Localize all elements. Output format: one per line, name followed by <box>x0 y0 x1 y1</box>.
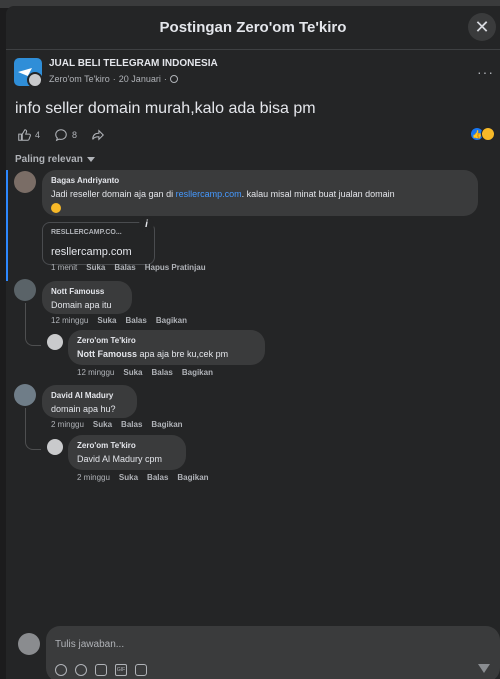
info-icon[interactable]: i <box>139 217 154 232</box>
reaction-summary[interactable]: 👍 <box>470 127 495 141</box>
haha-reaction-icon <box>481 127 495 141</box>
comment-author[interactable]: Bagas Andriyanto <box>51 176 469 185</box>
post-text: info seller domain murah,kalo ada bisa p… <box>15 100 316 117</box>
chevron-down-icon <box>86 157 95 162</box>
comment-text: Domain apa itu <box>51 300 112 310</box>
comment-like-button[interactable]: Suka <box>97 316 116 325</box>
more-options-button[interactable]: ··· <box>477 64 494 80</box>
reply-reply-button[interactable]: Balas <box>151 368 172 377</box>
reply-bubble: Zero'om Te'kiro David Al Madury cpm <box>68 435 186 470</box>
meta-separator: · <box>112 74 116 84</box>
thread-connector <box>25 303 41 346</box>
comment-bubble: Bagas Andriyanto Jadi reseller domain aj… <box>42 170 478 216</box>
comment-reply-button[interactable]: Balas <box>114 263 135 272</box>
post-meta: Zero'om Te'kiro · 20 Januari · <box>49 74 178 84</box>
comment-time[interactable]: 12 minggu <box>51 316 88 325</box>
comment-text: domain apa hu? <box>51 404 116 414</box>
sticker-icon[interactable] <box>135 664 147 676</box>
share-icon <box>92 129 105 141</box>
post-modal: Postingan Zero'om Te'kiro ✕ JUAL BELI TE… <box>6 6 500 679</box>
composer-box: GIF <box>46 626 500 679</box>
close-button[interactable]: ✕ <box>468 13 496 41</box>
comment-reply-button[interactable]: Balas <box>125 316 146 325</box>
reply-like-button[interactable]: Suka <box>119 473 138 482</box>
comment-text-part: Jadi reseller domain aja gan di <box>51 189 176 199</box>
comment-like-button[interactable]: Suka <box>93 420 112 429</box>
reply-mention[interactable]: Nott Famouss <box>77 349 137 359</box>
comment-author[interactable]: Nott Famouss <box>51 287 123 296</box>
comment-time[interactable]: 2 minggu <box>51 420 84 429</box>
comment-share-button[interactable]: Bagikan <box>151 420 182 429</box>
reply-actions: 2 minggu Suka Balas Bagikan <box>77 473 209 482</box>
reply-bubble: Zero'om Te'kiro Nott Famouss apa aja bre… <box>68 330 265 365</box>
comment-time[interactable]: 1 menit <box>51 263 77 272</box>
globe-icon <box>169 75 178 83</box>
avatar[interactable] <box>14 171 36 193</box>
reply-reply-button[interactable]: Balas <box>147 473 168 482</box>
emoji-icon[interactable] <box>75 664 87 676</box>
comment-bubble: David Al Madury domain apa hu? <box>42 385 137 418</box>
gif-icon[interactable]: GIF <box>115 664 127 676</box>
avatar[interactable] <box>18 633 40 655</box>
composer-tools: GIF <box>55 664 147 676</box>
comment-author[interactable]: David Al Madury <box>51 391 128 400</box>
share-button[interactable] <box>91 128 105 142</box>
reply-author[interactable]: Zero'om Te'kiro <box>77 441 177 450</box>
group-name[interactable]: JUAL BELI TELEGRAM INDONESIA <box>49 58 218 69</box>
author-avatar[interactable] <box>27 72 43 88</box>
reply-share-button[interactable]: Bagikan <box>177 473 208 482</box>
reply-text: Nott Famouss apa aja bre ku,cek pm <box>77 348 256 361</box>
avatar[interactable] <box>14 384 36 406</box>
thumbs-up-icon <box>18 129 31 141</box>
like-count: 4 <box>35 130 41 140</box>
reply-composer: GIF <box>12 626 500 679</box>
avatar[interactable] <box>14 279 36 301</box>
post-date[interactable]: 20 Januari <box>119 74 161 84</box>
post-header: JUAL BELI TELEGRAM INDONESIA Zero'om Te'… <box>14 58 494 92</box>
close-icon: ✕ <box>474 16 490 37</box>
reply-input[interactable] <box>55 637 435 651</box>
reply-text: David Al Madury cpm <box>77 454 163 464</box>
modal-title: Postingan Zero'om Te'kiro <box>159 19 347 36</box>
reply-time[interactable]: 2 minggu <box>77 473 110 482</box>
comment-icon <box>55 129 67 142</box>
post-actions: 4 8 👍 <box>17 125 497 145</box>
comment-button[interactable]: 8 <box>54 128 77 142</box>
remove-preview-button[interactable]: Hapus Pratinjau <box>145 263 206 272</box>
reply-share-button[interactable]: Bagikan <box>182 368 213 377</box>
reply-like-button[interactable]: Suka <box>123 368 142 377</box>
preview-domain: RESLLERCAMP.CO... <box>51 229 122 236</box>
new-comment-highlight <box>6 170 8 281</box>
send-icon[interactable] <box>478 664 490 673</box>
comment-count: 8 <box>72 130 78 140</box>
comment-actions: 2 minggu Suka Balas Bagikan <box>51 420 183 429</box>
comment-text-part: . kalau misal minat buat jualan domain <box>241 189 395 199</box>
avatar[interactable] <box>47 334 63 350</box>
camera-icon[interactable] <box>95 664 107 676</box>
meta-separator: · <box>163 74 167 84</box>
preview-title: resllercamp.com <box>51 246 132 258</box>
comment-actions: 12 minggu Suka Balas Bagikan <box>51 316 187 325</box>
avatar[interactable] <box>47 439 63 455</box>
comment-text: Jadi reseller domain aja gan di resllerc… <box>51 188 469 214</box>
reply-text-part: apa aja bre ku,cek pm <box>137 349 229 359</box>
modal-header: Postingan Zero'om Te'kiro ✕ <box>6 6 500 50</box>
comment-actions: 1 menit Suka Balas Hapus Pratinjau <box>51 263 206 272</box>
comment-sort-filter[interactable]: Paling relevan <box>15 154 95 165</box>
reply-time[interactable]: 12 minggu <box>77 368 114 377</box>
comment-bubble: Nott Famouss Domain apa itu <box>42 281 132 314</box>
comment-share-button[interactable]: Bagikan <box>156 316 187 325</box>
reply-actions: 12 minggu Suka Balas Bagikan <box>77 368 213 377</box>
thread-connector <box>25 408 41 450</box>
avatar-sticker-icon[interactable] <box>55 664 67 676</box>
like-button[interactable]: 4 <box>17 128 40 142</box>
post-author[interactable]: Zero'om Te'kiro <box>49 74 110 84</box>
grinning-face-emoji-icon <box>51 202 61 213</box>
reply-author[interactable]: Zero'om Te'kiro <box>77 336 256 345</box>
comment-like-button[interactable]: Suka <box>86 263 105 272</box>
comment-link[interactable]: resllercamp.com <box>176 189 242 199</box>
sort-label: Paling relevan <box>15 154 83 165</box>
link-preview-card[interactable]: RESLLERCAMP.CO... resllercamp.com <box>42 222 155 265</box>
comment-reply-button[interactable]: Balas <box>121 420 142 429</box>
